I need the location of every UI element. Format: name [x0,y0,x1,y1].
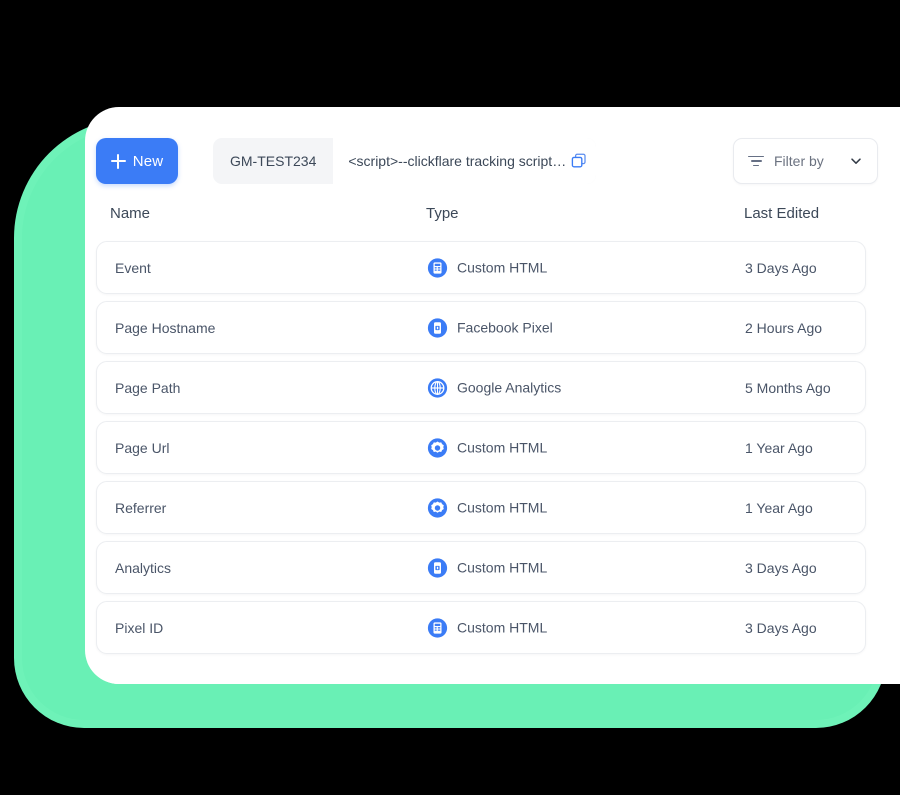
cell-tag-type: Google Analytics [427,377,561,398]
facebook-pixel-icon [427,557,448,578]
cell-tag-name: Pixel ID [115,619,164,636]
table-row[interactable]: Page Path Google Analytics 5 Months Ago [96,361,866,414]
custom-html-icon [427,257,448,278]
table-row[interactable]: Pixel ID Custom HTML 3 Days Ago [96,601,866,654]
column-header-type: Type [426,205,459,222]
cell-tag-name: Page Url [115,439,170,456]
tags-list: Event Custom HTML 3 Days Ago Page Hostname F… [96,241,891,661]
cell-tag-type-label: Custom HTML [457,499,548,516]
cell-tag-type-label: Custom HTML [457,259,548,276]
copy-icon[interactable] [571,153,587,169]
script-value-group[interactable]: <script>--clickflare tracking script ... [333,138,596,184]
cell-tag-type: Custom HTML [427,437,547,458]
column-header-last-edited: Last Edited [744,205,820,222]
cell-tag-name: Event [115,259,151,276]
cell-tag-type-label: Facebook Pixel [457,319,553,336]
table-row[interactable]: Referrer Custom HTML 1 Year Ago [96,481,866,534]
new-button-label: New [132,152,164,170]
cell-last-edited: 3 Days Ago [745,559,817,576]
cell-tag-type-label: Custom HTML [457,559,548,576]
container-id-label: GM-TEST234 [230,153,317,169]
table-row[interactable]: Page Hostname Facebook Pixel 2 Hours Ago [96,301,866,354]
cell-tag-type-label: Custom HTML [457,439,548,456]
cell-tag-name: Page Path [115,379,181,396]
cell-tag-type: Facebook Pixel [427,317,553,338]
new-button[interactable]: New [96,138,178,184]
cell-tag-name: Page Hostname [115,319,216,336]
facebook-pixel-icon [427,317,448,338]
cell-tag-name: Analytics [115,559,172,576]
cell-tag-type-label: Google Analytics [457,379,562,396]
table-row[interactable]: Page Url Custom HTML 1 Year Ago [96,421,866,474]
cell-tag-name: Referrer [115,499,167,516]
cell-tag-type-label: Custom HTML [457,619,548,636]
filter-lines-icon [748,155,764,168]
plus-icon [110,153,126,169]
custom-html-icon [427,617,448,638]
table-row[interactable]: Analytics Custom HTML 3 Days Ago [96,541,866,594]
cell-last-edited: 2 Hours Ago [745,319,823,336]
cell-tag-type: Custom HTML [427,497,547,518]
cell-tag-type: Custom HTML [427,617,547,638]
filter-by-label: Filter by [774,153,824,169]
tracking-script-text: <script>--clickflare tracking script ... [348,153,567,169]
table-header: Name Type Last Edited [96,205,891,229]
toolbar: New GM-TEST234 <script>--clickflare trac… [96,138,891,184]
table-row[interactable]: Event Custom HTML 3 Days Ago [96,241,866,294]
screenshot-stage: New GM-TEST234 <script>--clickflare trac… [0,0,900,795]
list-bottom-fade [85,662,900,684]
cell-last-edited: 5 Months Ago [745,379,831,396]
cell-last-edited: 1 Year Ago [745,439,813,456]
cell-tag-type: Custom HTML [427,257,547,278]
column-header-name: Name [110,205,151,222]
gear-icon [427,437,448,458]
cell-last-edited: 3 Days Ago [745,619,817,636]
cell-last-edited: 3 Days Ago [745,259,817,276]
gear-icon [427,497,448,518]
google-analytics-icon [427,377,448,398]
chevron-down-icon [851,158,861,164]
filter-by-dropdown[interactable]: Filter by [733,138,878,184]
tracking-script-field[interactable]: GM-TEST234 <script>--clickflare tracking… [213,138,596,184]
cell-last-edited: 1 Year Ago [745,499,813,516]
tags-panel-card: New GM-TEST234 <script>--clickflare trac… [85,107,900,684]
cell-tag-type: Custom HTML [427,557,547,578]
